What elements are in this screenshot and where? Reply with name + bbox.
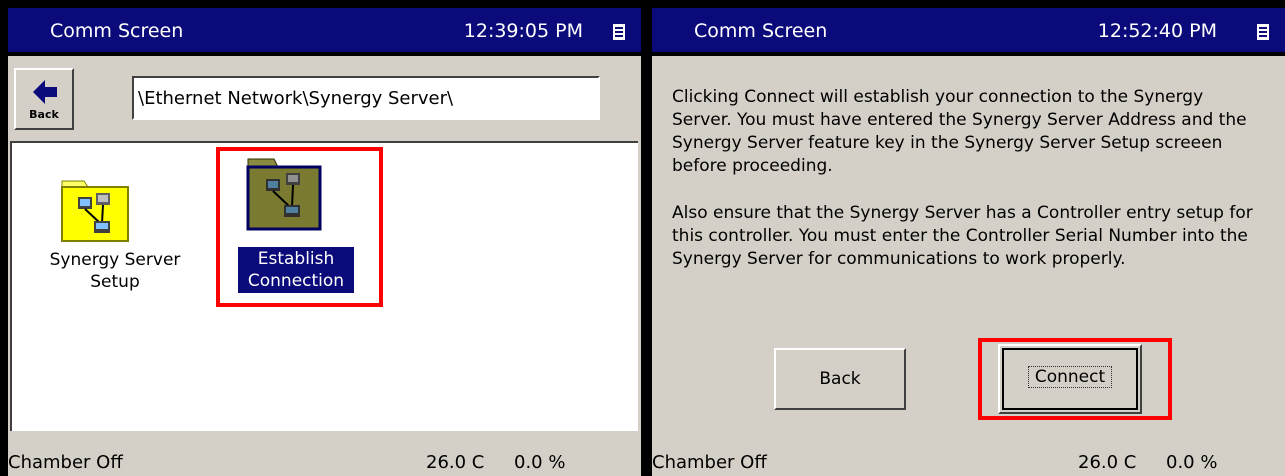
clock: 12:52:40 PM — [1097, 20, 1217, 42]
temperature-readout: 26.0 C — [426, 452, 485, 473]
humidity-readout: 0.0 % — [514, 452, 566, 473]
status-bar: Chamber Off 26.0 C 0.0 % — [8, 446, 641, 476]
document-icon[interactable] — [1257, 24, 1269, 40]
left-comm-screen: Comm Screen 12:39:05 PM Back \Ethernet N… — [8, 0, 641, 476]
back-button[interactable]: Back — [14, 68, 74, 130]
path-field[interactable]: \Ethernet Network\Synergy Server\ — [132, 76, 600, 120]
status-bar: Chamber Off 26.0 C 0.0 % — [652, 446, 1285, 476]
window-title: Comm Screen — [694, 20, 828, 42]
item-label: Synergy Server Setup — [49, 250, 181, 292]
back-button[interactable]: Back — [774, 348, 906, 410]
synergy-server-setup-item[interactable]: Synergy Server Setup — [32, 173, 198, 323]
back-arrow-icon — [33, 80, 57, 104]
title-bar: Comm Screen 12:39:05 PM — [8, 0, 641, 56]
clock: 12:39:05 PM — [463, 20, 583, 42]
back-button-label: Back — [29, 108, 59, 121]
window-title: Comm Screen — [50, 20, 184, 42]
chamber-status: Chamber Off — [652, 452, 767, 473]
highlight-box — [978, 338, 1172, 420]
chamber-status: Chamber Off — [8, 452, 123, 473]
highlight-box — [216, 147, 383, 307]
instructions-paragraph-1: Clicking Connect will establish your con… — [672, 87, 1247, 176]
network-folder-icon — [61, 180, 129, 242]
right-comm-screen: Comm Screen 12:52:40 PM Clicking Connect… — [652, 0, 1285, 476]
document-icon[interactable] — [613, 24, 625, 40]
instructions-paragraph-2: Also ensure that the Synergy Server has … — [672, 203, 1253, 269]
title-bar: Comm Screen 12:52:40 PM — [652, 0, 1285, 56]
humidity-readout: 0.0 % — [1166, 452, 1218, 473]
temperature-readout: 26.0 C — [1078, 452, 1137, 473]
